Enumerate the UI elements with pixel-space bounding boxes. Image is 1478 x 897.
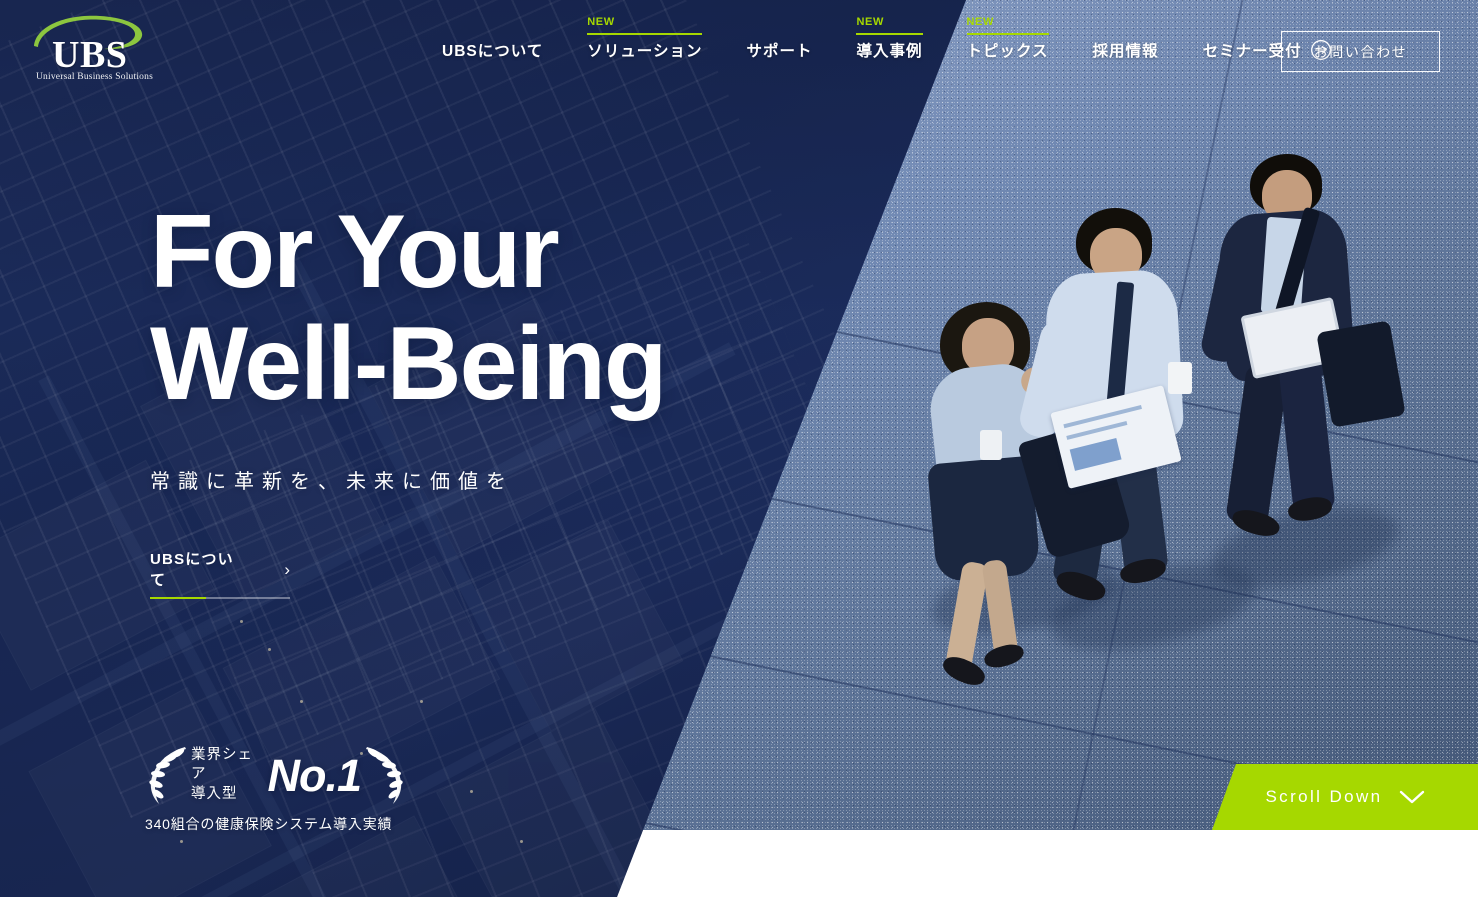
- main-nav: UBSについて NEW ソリューション サポート NEW 導入事例 NEW トピ…: [420, 0, 1354, 100]
- hero-section: For Your Well-Being 常識に革新を、未来に価値を UBSについ…: [0, 0, 1478, 897]
- nav-label: サポート: [746, 43, 813, 60]
- nav-item-about[interactable]: UBSについて: [420, 0, 565, 100]
- site-header: UBS Universal Business Solutions UBSについて…: [0, 0, 1478, 100]
- nav-label: 導入事例: [856, 43, 923, 60]
- contact-button-label: お問い合わせ: [1313, 43, 1408, 60]
- nav-label: 採用情報: [1092, 43, 1159, 60]
- logo-ubs[interactable]: UBS Universal Business Solutions: [28, 14, 158, 82]
- chevron-right-icon: ›: [284, 559, 290, 579]
- hero-subtitle: 常識に革新を、未来に価値を: [150, 470, 514, 493]
- nav-label: トピックス: [966, 43, 1049, 60]
- nav-item-case-studies[interactable]: NEW 導入事例: [834, 0, 944, 100]
- award-badge: 業界シェア 導入型 No.1 340組合の健康保険システム導入実績: [145, 744, 407, 836]
- slideshow-progress-fill: [150, 597, 206, 599]
- award-badge-rank: No.1: [267, 749, 362, 801]
- nav-item-topics[interactable]: NEW トピックス: [945, 0, 1071, 100]
- scroll-down-button[interactable]: Scroll Down: [1212, 764, 1478, 830]
- award-badge-kicker: 業界シェア 導入型: [191, 746, 253, 802]
- nav-item-solution[interactable]: NEW ソリューション: [565, 0, 724, 100]
- slideshow-progress-bar[interactable]: [150, 597, 290, 599]
- people-group-illustration: [880, 130, 1406, 690]
- hero-copy: For Your Well-Being 常識に革新を、未来に価値を: [150, 194, 667, 494]
- page-title: For Your Well-Being: [150, 194, 667, 423]
- nav-new-badge: NEW: [587, 16, 615, 28]
- logo-text: UBS: [52, 34, 128, 76]
- laurel-left-icon: [149, 747, 186, 804]
- nav-new-underline: [856, 33, 923, 35]
- logo-tagline: Universal Business Solutions: [36, 72, 153, 82]
- nav-new-badge: NEW: [856, 16, 884, 28]
- laurel-right-icon: [366, 747, 403, 804]
- scroll-down-label: Scroll Down: [1265, 787, 1383, 806]
- nav-item-support[interactable]: サポート: [724, 0, 834, 100]
- nav-new-badge: NEW: [966, 16, 994, 28]
- award-badge-caption: 340組合の健康保険システム導入実績: [145, 816, 393, 832]
- nav-item-recruit[interactable]: 採用情報: [1071, 0, 1181, 100]
- nav-label: UBSについて: [442, 43, 544, 60]
- chevron-down-icon: [1399, 790, 1424, 804]
- hero-cta-about-ubs[interactable]: UBSについて ›: [150, 548, 290, 590]
- nav-new-underline: [587, 33, 703, 35]
- nav-label: ソリューション: [587, 43, 703, 60]
- contact-button[interactable]: お問い合わせ: [1281, 31, 1440, 72]
- nav-new-underline: [966, 33, 1049, 35]
- hero-cta-label: UBSについて: [150, 551, 234, 589]
- page-root: For Your Well-Being 常識に革新を、未来に価値を UBSについ…: [0, 0, 1478, 897]
